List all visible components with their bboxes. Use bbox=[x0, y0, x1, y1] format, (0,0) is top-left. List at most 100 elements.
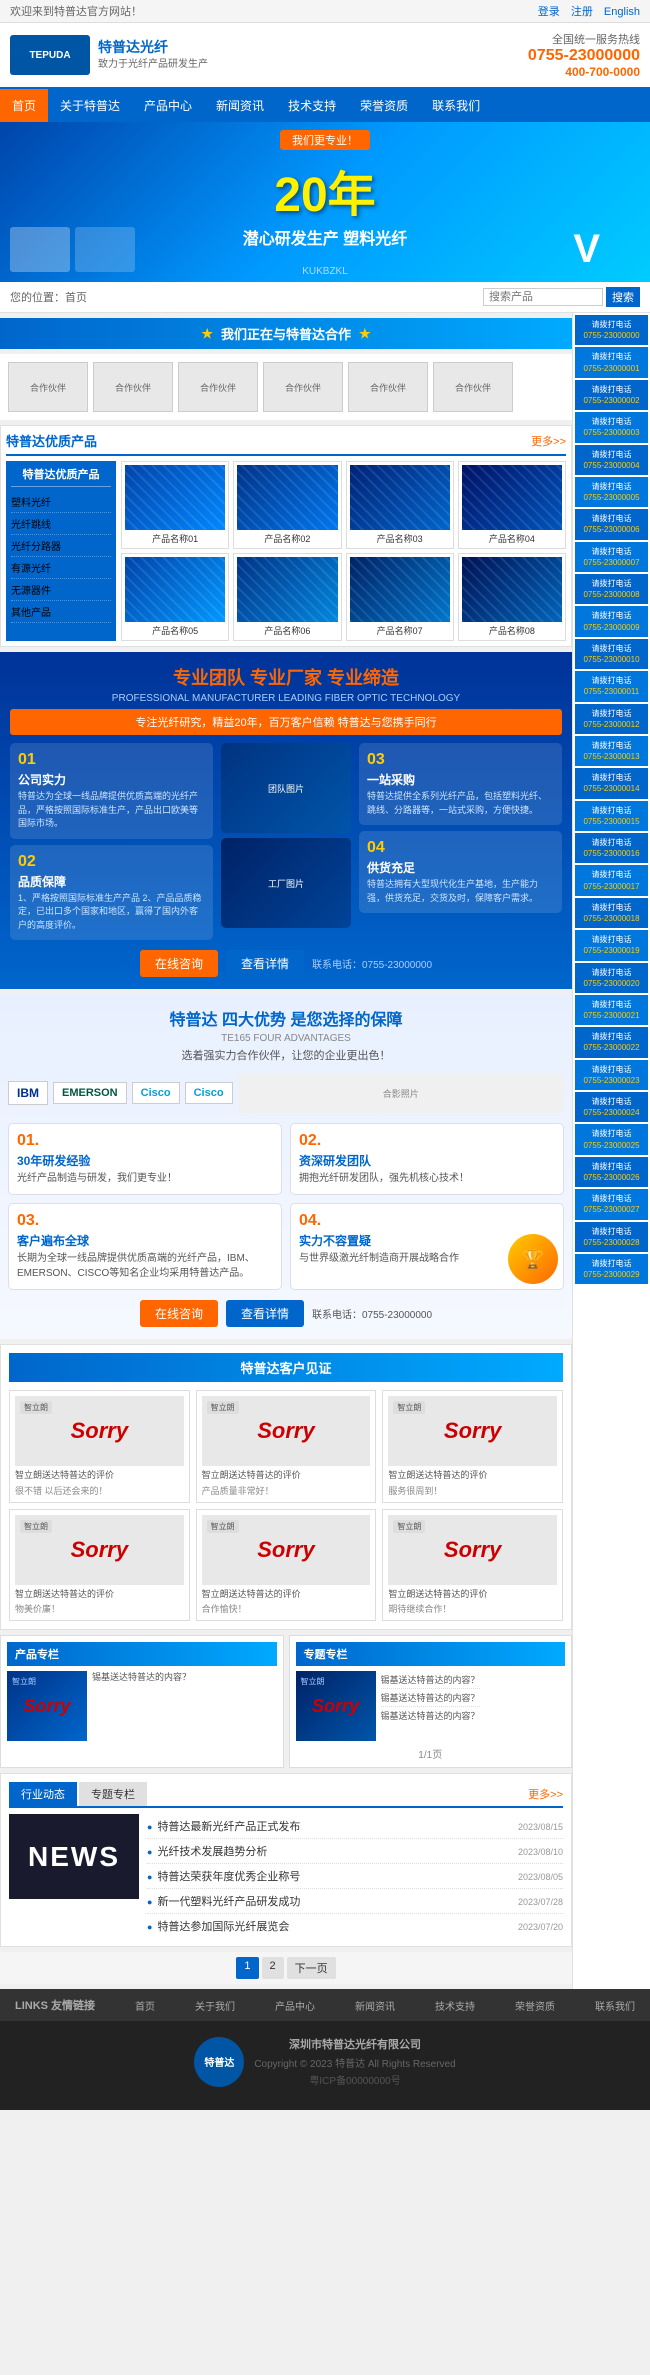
sidebar-contact-13[interactable]: 请拨打电话 0755-23000013 bbox=[575, 736, 648, 766]
product-item[interactable]: 产品名称05 bbox=[121, 553, 229, 641]
sidebar-contact-6[interactable]: 请拨打电话 0755-23000006 bbox=[575, 509, 648, 539]
adv-inquiry-button[interactable]: 在线咨询 bbox=[140, 1300, 218, 1327]
search-input[interactable] bbox=[483, 288, 603, 306]
news-list-item[interactable]: 锡基送达特普达的内容？ bbox=[381, 1707, 480, 1724]
product-item[interactable]: 产品名称06 bbox=[233, 553, 341, 641]
nav-contact[interactable]: 联系我们 bbox=[420, 89, 492, 122]
footer-link-support[interactable]: 技术支持 bbox=[435, 1998, 475, 2013]
news-link-4[interactable]: 新一代塑料光纤产品研发成功 bbox=[157, 1893, 513, 1909]
adv-num-4: 04. bbox=[299, 1212, 555, 1230]
sidebar-contact-5[interactable]: 请拨打电话 0755-23000005 bbox=[575, 477, 648, 507]
nav-support[interactable]: 技术支持 bbox=[276, 89, 348, 122]
sidebar-contact-10[interactable]: 请拨打电话 0755-23000010 bbox=[575, 639, 648, 669]
news-link-1[interactable]: 特普达最新光纤产品正式发布 bbox=[157, 1818, 513, 1834]
menu-item-1[interactable]: 塑料光纤 bbox=[11, 491, 111, 513]
team-desc: 专注光纤研究，精益20年，百万客户信赖 特普达与您携手同行 bbox=[10, 709, 562, 735]
sidebar-phone-1: 0755-23000001 bbox=[577, 363, 646, 374]
product-name: 产品名称05 bbox=[125, 624, 225, 637]
product-item[interactable]: 产品名称08 bbox=[458, 553, 566, 641]
news-list-item[interactable]: 锡基送达特普达的内容？ bbox=[381, 1689, 480, 1707]
menu-item-4[interactable]: 有源光纤 bbox=[11, 557, 111, 579]
small-sections: 产品专栏 智立朗 Sorry 锡基送达特普达的内容？ 专题专栏 智立朗 Sorr… bbox=[0, 1635, 572, 1768]
sidebar-contact-8[interactable]: 请拨打电话 0755-23000008 bbox=[575, 574, 648, 604]
sidebar-contact-14[interactable]: 请拨打电话 0755-23000014 bbox=[575, 768, 648, 798]
page-num-2[interactable]: 2 bbox=[262, 1957, 284, 1979]
nav-news[interactable]: 新闻资讯 bbox=[204, 89, 276, 122]
bottom-footer: 特普达 深圳市特普达光纤有限公司 Copyright © 2023 特普达 Al… bbox=[0, 2021, 650, 2110]
step-card-1: 01 公司实力 特普达为全球一线品牌提供优质高端的光纤产品，严格按照国际标准生产… bbox=[10, 743, 213, 839]
sidebar-contact-7[interactable]: 请拨打电话 0755-23000007 bbox=[575, 542, 648, 572]
nav-home[interactable]: 首页 bbox=[0, 89, 48, 122]
product-item[interactable]: 产品名称02 bbox=[233, 461, 341, 549]
news-tab-industry[interactable]: 行业动态 bbox=[9, 1782, 77, 1806]
nav-honor[interactable]: 荣誉资质 bbox=[348, 89, 420, 122]
sidebar-contact-18[interactable]: 请拨打电话 0755-23000018 bbox=[575, 898, 648, 928]
sidebar-contact-23[interactable]: 请拨打电话 0755-23000023 bbox=[575, 1060, 648, 1090]
footer-icp: 粤ICP备00000000号 bbox=[254, 2072, 455, 2087]
team-section: 专业团队 专业厂家 专业缔造 PROFESSIONAL MANUFACTURER… bbox=[0, 652, 572, 989]
sidebar-contact-0[interactable]: 请拨打电话 0755-23000000 bbox=[575, 315, 648, 345]
footer-link-honor[interactable]: 荣誉资质 bbox=[515, 1998, 555, 2013]
customer-small-title: 专题专栏 bbox=[296, 1642, 566, 1666]
news-list-item[interactable]: 锡基送达特普达的内容？ bbox=[381, 1671, 480, 1689]
sidebar-contact-2[interactable]: 请拨打电话 0755-23000002 bbox=[575, 380, 648, 410]
sidebar-contact-26[interactable]: 请拨打电话 0755-23000026 bbox=[575, 1157, 648, 1187]
news-tab-special[interactable]: 专题专栏 bbox=[79, 1782, 147, 1806]
news-link-2[interactable]: 光纤技术发展趋势分析 bbox=[157, 1843, 513, 1859]
advantage-item-2: 02. 资深研发团队 拥抱光纤研发团队，强先机核心技术！ bbox=[290, 1123, 564, 1195]
featured-products-more[interactable]: 更多>> bbox=[531, 433, 566, 449]
login-link[interactable]: 登录 bbox=[538, 6, 560, 18]
partner-logo-1: 合作伙伴 bbox=[8, 362, 88, 412]
news-date-5: 2023/07/20 bbox=[518, 1922, 563, 1932]
sidebar-contact-11[interactable]: 请拨打电话 0755-23000011 bbox=[575, 671, 648, 701]
featured-products-content: 特普达优质产品 塑料光纤 光纤跳线 光纤分路器 有源光纤 无源器件 其他产品 bbox=[6, 461, 566, 641]
sidebar-contact-29[interactable]: 请拨打电话 0755-23000029 bbox=[575, 1254, 648, 1284]
product-item[interactable]: 产品名称04 bbox=[458, 461, 566, 549]
product-item[interactable]: 产品名称03 bbox=[346, 461, 454, 549]
sidebar-contact-28[interactable]: 请拨打电话 0755-23000028 bbox=[575, 1222, 648, 1252]
page-num-1[interactable]: 1 bbox=[236, 1957, 258, 1979]
sidebar-contact-12[interactable]: 请拨打电话 0755-23000012 bbox=[575, 704, 648, 734]
sidebar-contact-9[interactable]: 请拨打电话 0755-23000009 bbox=[575, 606, 648, 636]
menu-item-5[interactable]: 无源器件 bbox=[11, 579, 111, 601]
sidebar-contact-20[interactable]: 请拨打电话 0755-23000020 bbox=[575, 963, 648, 993]
footer-link-news[interactable]: 新闻资讯 bbox=[355, 1998, 395, 2013]
menu-item-6[interactable]: 其他产品 bbox=[11, 601, 111, 623]
sidebar-contact-25[interactable]: 请拨打电话 0755-23000025 bbox=[575, 1124, 648, 1154]
customer-detail-1: 很不错 以后还会来的！ bbox=[15, 1484, 184, 1497]
sidebar-contact-17[interactable]: 请拨打电话 0755-23000017 bbox=[575, 865, 648, 895]
sidebar-contact-19[interactable]: 请拨打电话 0755-23000019 bbox=[575, 930, 648, 960]
sidebar-contact-16[interactable]: 请拨打电话 0755-23000016 bbox=[575, 833, 648, 863]
footer-link-products[interactable]: 产品中心 bbox=[275, 1998, 315, 2013]
footer-link-home[interactable]: 首页 bbox=[135, 1998, 155, 2013]
english-link[interactable]: English bbox=[604, 6, 640, 18]
banner-title: 潜心研发生产 塑料光纤 bbox=[243, 225, 407, 249]
menu-item-2[interactable]: 光纤跳线 bbox=[11, 513, 111, 535]
sidebar-contact-3[interactable]: 请拨打电话 0755-23000003 bbox=[575, 412, 648, 442]
menu-item-3[interactable]: 光纤分路器 bbox=[11, 535, 111, 557]
sidebar-contact-27[interactable]: 请拨打电话 0755-23000027 bbox=[575, 1189, 648, 1219]
more-button[interactable]: 查看详情 bbox=[226, 950, 304, 977]
product-item[interactable]: 产品名称01 bbox=[121, 461, 229, 549]
product-item[interactable]: 产品名称07 bbox=[346, 553, 454, 641]
sidebar-contact-15[interactable]: 请拨打电话 0755-23000015 bbox=[575, 801, 648, 831]
adv-more-button[interactable]: 查看详情 bbox=[226, 1300, 304, 1327]
news-more-link[interactable]: 更多>> bbox=[528, 1782, 563, 1806]
step-text-4: 特普达拥有大型现代化生产基地，生产能力强，供货充足，交货及时，保障客户需求。 bbox=[367, 878, 554, 905]
search-button[interactable]: 搜索 bbox=[606, 287, 640, 307]
nav-products[interactable]: 产品中心 bbox=[132, 89, 204, 122]
nav-about[interactable]: 关于特普达 bbox=[48, 89, 132, 122]
footer-link-contact[interactable]: 联系我们 bbox=[595, 1998, 635, 2013]
inquiry-button[interactable]: 在线咨询 bbox=[140, 950, 218, 977]
news-link-5[interactable]: 特普达参加国际光纤展览会 bbox=[157, 1918, 513, 1934]
news-link-3[interactable]: 特普达荣获年度优秀企业称号 bbox=[157, 1868, 513, 1884]
sidebar-contact-24[interactable]: 请拨打电话 0755-23000024 bbox=[575, 1092, 648, 1122]
sidebar-contact-22[interactable]: 请拨打电话 0755-23000022 bbox=[575, 1027, 648, 1057]
advantages-desc: 选着强实力合作伙伴，让您的企业更出色！ bbox=[8, 1047, 564, 1063]
register-link[interactable]: 注册 bbox=[571, 6, 593, 18]
sidebar-contact-21[interactable]: 请拨打电话 0755-23000021 bbox=[575, 995, 648, 1025]
footer-link-about[interactable]: 关于我们 bbox=[195, 1998, 235, 2013]
sidebar-contact-1[interactable]: 请拨打电话 0755-23000001 bbox=[575, 347, 648, 377]
page-next[interactable]: 下一页 bbox=[287, 1957, 336, 1979]
sidebar-contact-4[interactable]: 请拨打电话 0755-23000004 bbox=[575, 445, 648, 475]
